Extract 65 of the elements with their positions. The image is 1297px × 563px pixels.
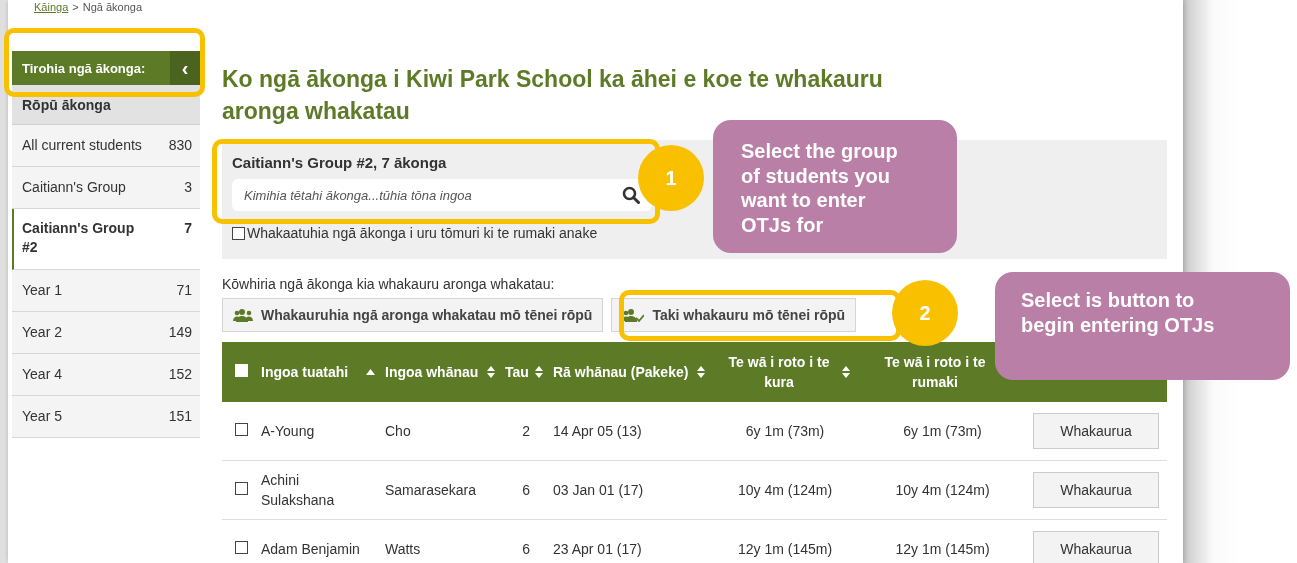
- breadcrumb-separator: >: [72, 0, 79, 14]
- sidebar-item[interactable]: Caitiann's Group 3: [12, 167, 200, 209]
- user-check-icon: [622, 307, 645, 323]
- row-checkbox[interactable]: [235, 423, 248, 436]
- sidebar-item[interactable]: Year 4 152: [12, 354, 200, 396]
- column-header[interactable]: Tau: [505, 362, 529, 382]
- table-cell: 23 Apr 01 (17): [553, 541, 642, 557]
- table-cell: 10y 4m (124m): [895, 482, 990, 498]
- collapse-button[interactable]: ‹: [170, 51, 200, 85]
- sidebar-item[interactable]: Caitiann's Group #2 7: [12, 209, 200, 270]
- table-cell: 6: [522, 482, 530, 498]
- table-cell: A-Young: [261, 423, 315, 439]
- group-name: All current students: [22, 136, 142, 155]
- sidebar-item[interactable]: All current students 830: [12, 125, 200, 167]
- table-cell: 6: [522, 541, 530, 557]
- group-count: 149: [168, 323, 192, 342]
- breadcrumb-current: Ngā ākonga: [82, 0, 143, 14]
- sidebar-item[interactable]: Year 5 151: [12, 396, 200, 438]
- group-title: Caitiann's Group #2, 7 ākonga: [232, 154, 447, 171]
- enter-button[interactable]: Whakaurua: [1033, 472, 1159, 508]
- group-count: 151: [168, 407, 192, 426]
- group-name: Year 5: [22, 407, 62, 426]
- group-name: Year 2: [22, 323, 62, 342]
- table-cell: Adam Benjamin: [261, 541, 360, 557]
- sidebar-item[interactable]: Year 2 149: [12, 312, 200, 354]
- action-button[interactable]: Whakauruhia ngā aronga whakatau mō tēnei rōpū: [222, 298, 604, 332]
- table-cell: Watts: [385, 541, 421, 557]
- table-cell: 12y 1m (145m): [737, 541, 833, 557]
- table-cell: 10y 4m (124m): [737, 482, 833, 498]
- group-count: 71: [176, 281, 192, 300]
- table-cell: Samarasekara: [385, 482, 477, 498]
- table-cell: 6y 1m (73m): [903, 423, 982, 439]
- group-name: Year 1: [22, 281, 62, 300]
- search-field[interactable]: Kimihia tētahi ākonga...tūhia tōna ingoa: [232, 179, 652, 211]
- table-cell: 2: [522, 423, 530, 439]
- group-count: 152: [168, 365, 192, 384]
- group-count: 3: [184, 178, 192, 197]
- table-cell: 03 Jan 01 (17): [553, 482, 644, 498]
- breadcrumb-link[interactable]: Kāinga: [34, 0, 69, 14]
- people-icon: [233, 307, 253, 323]
- enter-button[interactable]: Whakaurua: [1033, 531, 1159, 563]
- table-cell: Cho: [385, 423, 411, 439]
- selection-label: Kōwhiria ngā ākonga kia whakauru aronga whakatau:: [222, 276, 556, 292]
- sidebar-title: Tirohia ngā ākonga:: [22, 60, 146, 76]
- group-count: 830: [168, 136, 192, 155]
- group-name: Year 4: [22, 365, 62, 384]
- checkbox-label: Whakaatuhia ngā ākonga i uru tōmuri ki te rumaki anake: [247, 225, 598, 241]
- row-checkbox[interactable]: [235, 541, 248, 554]
- group-count: 7: [184, 219, 192, 238]
- group-name: Caitiann's Group #2: [22, 219, 136, 257]
- table-cell: Achini Sulakshana: [261, 472, 335, 508]
- checkbox[interactable]: [232, 226, 245, 240]
- group-name: Caitiann's Group: [22, 178, 126, 197]
- select-all-checkbox[interactable]: [235, 364, 248, 377]
- search-icon: [622, 186, 640, 204]
- table-cell: 12y 1m (145m): [895, 541, 990, 557]
- action-button[interactable]: Taki whakauru mō tēnei rōpū: [611, 298, 857, 332]
- enter-button[interactable]: Whakaurua: [1033, 413, 1159, 449]
- table-cell: 14 Apr 05 (13): [553, 423, 642, 439]
- sidebar-item[interactable]: Year 1 71: [12, 270, 200, 312]
- callout: Select is button to begin entering OTJs: [995, 272, 1290, 380]
- section-heading: Rōpū ākonga: [12, 85, 200, 125]
- table-cell: 6y 1m (73m): [745, 423, 825, 439]
- callout: Select the group of students you want to enter OTJs for: [713, 120, 957, 253]
- row-checkbox[interactable]: [235, 482, 248, 495]
